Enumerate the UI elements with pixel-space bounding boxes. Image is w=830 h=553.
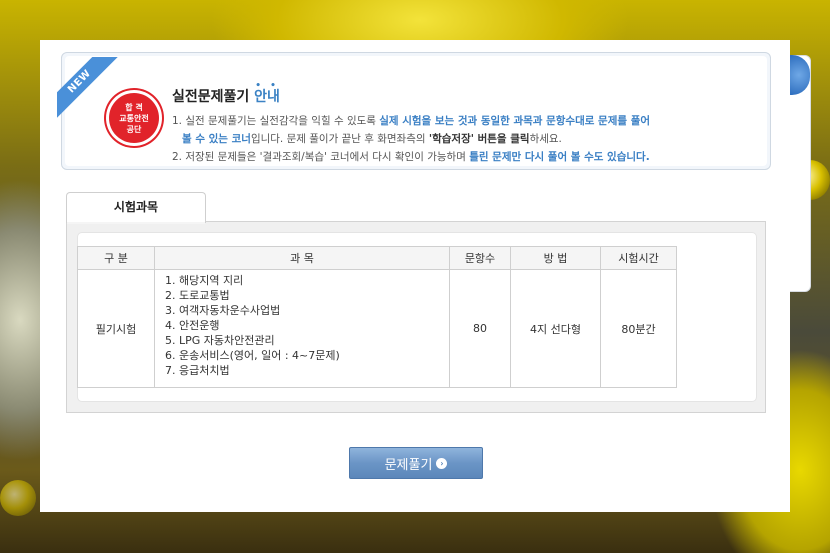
cell-subjects: 1. 해당지역 지리 2. 도로교통법 3. 여객자동차운수사업법 4. 안전운… [154, 269, 450, 388]
subject-item: 1. 해당지역 지리 [165, 274, 244, 287]
header-subject: 과 목 [154, 246, 450, 270]
main-panel: NEW 합 격 교통안전 공단 실전문제풀기 • • 안내 1. 실전 문제풀기는… [40, 40, 790, 512]
guide-item-1-cont: 볼 수 있는 코너입니다. 문제 풀이가 끝난 후 화면좌측의 '학습저장' 버… [182, 133, 562, 145]
table-header-row: 구 분 과 목 문항수 방 법 시험시간 [77, 246, 677, 270]
header-category: 구 분 [77, 246, 155, 270]
solve-button-label: 문제풀기 [384, 457, 433, 473]
subject-item: 4. 안전운행 [165, 319, 220, 332]
cell-time: 80분간 [600, 269, 677, 388]
subject-item: 2. 도로교통법 [165, 289, 230, 302]
guide-item-1: 1. 실전 문제풀기는 실전감각을 익힐 수 있도록 실제 시험을 보는 것과 … [172, 115, 651, 127]
cell-count: 80 [449, 269, 511, 388]
solve-problems-button[interactable]: 문제풀기 › [349, 447, 483, 479]
header-method: 방 법 [510, 246, 601, 270]
subject-item: 5. LPG 자동차안전관리 [165, 334, 275, 347]
background-decoration [0, 480, 36, 516]
arrow-right-icon: › [436, 457, 448, 469]
tab-exam-subjects[interactable]: 시험과목 [66, 192, 206, 224]
exam-table: 구 분 과 목 문항수 방 법 시험시간 필기시험 1. 해당지역 지리 2. … [77, 246, 677, 388]
header-time: 시험시간 [600, 246, 677, 270]
table-row: 필기시험 1. 해당지역 지리 2. 도로교통법 3. 여객자동차운수사업법 4… [77, 269, 677, 388]
header-count: 문항수 [449, 246, 511, 270]
guide-item-2: 2. 저장된 문제들은 '결과조회/복습' 코너에서 다시 확인이 가능하며 틀… [172, 151, 650, 163]
subject-item: 3. 여객자동차운수사업법 [165, 304, 281, 317]
guide-title: 실전문제풀기 • • 안내 [172, 81, 280, 105]
guide-list: 1. 실전 문제풀기는 실전감각을 익힐 수 있도록 실제 시험을 보는 것과 … [172, 112, 752, 166]
subject-item: 7. 응급처치법 [165, 364, 230, 377]
cell-category: 필기시험 [77, 269, 155, 388]
pass-seal-logo: 합 격 교통안전 공단 [109, 93, 159, 143]
guide-box: NEW 합 격 교통안전 공단 실전문제풀기 • • 안내 1. 실전 문제풀기는… [57, 52, 771, 170]
cell-method: 4지 선다형 [510, 269, 601, 388]
subject-item: 6. 운송서비스(영어, 일어 : 4~7문제) [165, 349, 340, 362]
